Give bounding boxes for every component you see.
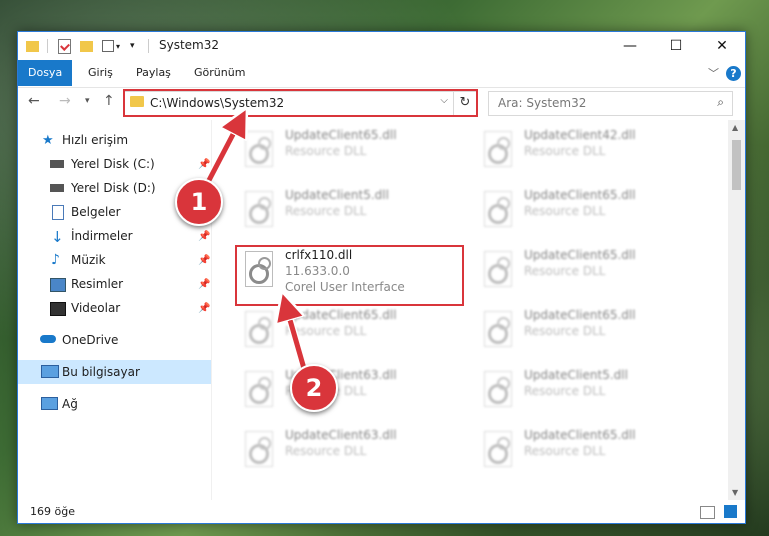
annotation-arrows bbox=[202, 0, 309, 376]
step-marker-one: 1 bbox=[175, 178, 223, 226]
step-marker-two: 2 bbox=[290, 364, 338, 412]
arrow-one bbox=[203, 121, 240, 188]
arrow-two bbox=[286, 306, 308, 373]
